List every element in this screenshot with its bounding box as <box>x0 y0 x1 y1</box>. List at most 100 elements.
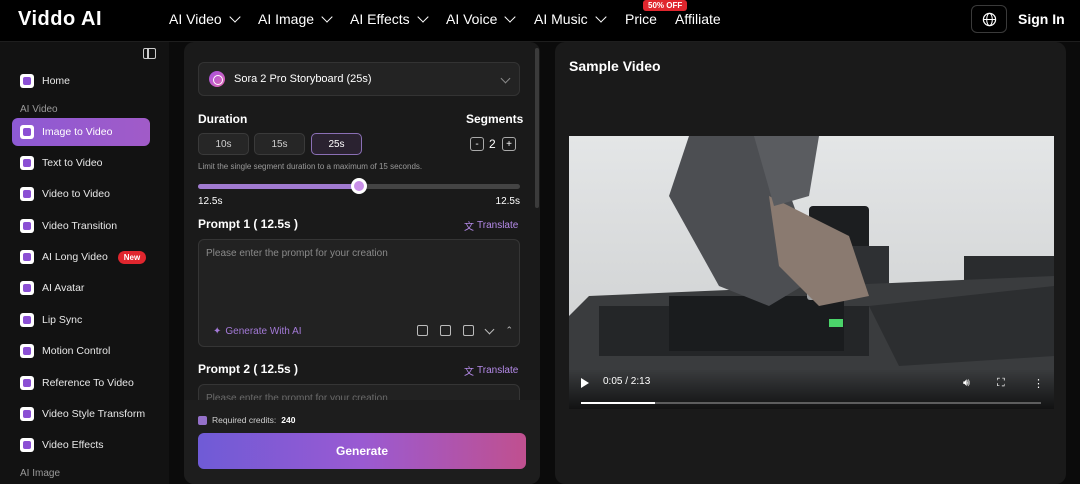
top-nav: Viddo AI AI Video AI Image AI Effects AI… <box>0 0 1080 42</box>
translate-label: Translate <box>477 220 519 231</box>
sidebar-item-label: Video Transition <box>42 220 118 232</box>
segments-label: Segments <box>466 112 524 126</box>
sidebar-item-video-transition[interactable]: Video Transition <box>12 212 150 240</box>
play-icon[interactable] <box>581 378 589 388</box>
sidebar-item-label: Lip Sync <box>42 314 83 326</box>
resize-handle-icon[interactable]: ⌃ <box>505 325 513 336</box>
duration-10s-button[interactable]: 10s <box>198 133 249 155</box>
nav-ai-voice[interactable]: AI Voice <box>446 11 517 27</box>
sidebar-group-ai-video: AI Video <box>20 104 58 115</box>
chevron-down-icon <box>417 11 429 23</box>
prompt-tools: ⌃ <box>417 324 513 336</box>
nav-label: AI Video <box>169 11 222 27</box>
translate-button-1[interactable]: 文 Translate <box>464 218 518 233</box>
slider-handle[interactable] <box>351 178 367 194</box>
prompt-1-input[interactable]: Please enter the prompt for your creatio… <box>198 239 520 347</box>
openai-icon <box>209 71 225 87</box>
sidebar-item-label: Video to Video <box>42 188 110 200</box>
sidebar: Home AI Video Image to Video Text to Vid… <box>0 42 169 484</box>
sidebar-item-video-to-video[interactable]: Video to Video <box>12 180 150 208</box>
translate-button-2[interactable]: 文 Translate <box>464 363 518 378</box>
segments-increment-button[interactable]: + <box>502 137 516 151</box>
nav-label: AI Effects <box>350 11 410 27</box>
chevron-down-icon <box>595 11 607 23</box>
discount-badge: 50% OFF <box>643 0 688 11</box>
prompt-placeholder: Please enter the prompt for your creatio… <box>206 248 388 259</box>
copy-icon[interactable] <box>417 325 429 336</box>
sidebar-item-ai-long-video[interactable]: AI Long Video New <box>12 243 150 271</box>
sidebar-item-ai-avatar[interactable]: AI Avatar <box>12 274 150 302</box>
trash-icon[interactable] <box>440 325 452 336</box>
sidebar-item-home[interactable]: Home <box>12 67 150 95</box>
avatar-icon <box>20 281 34 295</box>
logo[interactable]: Viddo AI <box>18 8 102 31</box>
sidebar-item-lip-sync[interactable]: Lip Sync <box>12 306 150 334</box>
sample-video-title: Sample Video <box>569 58 661 74</box>
generation-form: Sora 2 Pro Storyboard (25s) Duration Seg… <box>184 42 540 484</box>
new-badge: New <box>117 250 147 264</box>
image-to-video-icon <box>20 125 34 139</box>
sidebar-item-label: Motion Control <box>42 345 111 357</box>
generate-footer: Required credits: 240 Generate <box>184 400 540 484</box>
sign-in-button[interactable]: Sign In <box>1018 11 1065 27</box>
sidebar-item-label: Home <box>42 75 71 87</box>
sidebar-item-label: Video Effects <box>42 439 104 451</box>
credits-icon <box>198 415 207 425</box>
credits-label: Required credits: <box>212 415 277 425</box>
style-transform-icon <box>20 407 34 421</box>
translate-label: Translate <box>477 365 519 376</box>
long-video-icon <box>20 250 34 264</box>
prompt-2-label: Prompt 2 ( 12.5s ) <box>198 362 299 376</box>
language-button[interactable] <box>971 5 1007 33</box>
prompt-1-label: Prompt 1 ( 12.5s ) <box>198 217 299 231</box>
segment-split-slider[interactable] <box>198 178 520 194</box>
globe-icon <box>982 12 996 26</box>
sidebar-item-image-to-video[interactable]: Image to Video <box>12 118 150 146</box>
video-progress-bar[interactable] <box>581 402 1041 404</box>
nav-ai-video[interactable]: AI Video <box>169 11 241 27</box>
volume-icon[interactable]: 🔊︎ <box>963 377 970 390</box>
sidebar-collapse-icon[interactable] <box>143 48 156 59</box>
fullscreen-icon[interactable]: ⛶ <box>997 377 1005 390</box>
video-to-video-icon <box>20 187 34 201</box>
segments-decrement-button[interactable]: - <box>470 137 484 151</box>
chevron-down-icon <box>229 11 241 23</box>
generate-with-ai-button[interactable]: ✦ Generate With AI <box>213 326 302 337</box>
segments-value: 2 <box>489 137 496 151</box>
nav-ai-image[interactable]: AI Image <box>258 11 333 27</box>
slider-fill <box>198 184 359 189</box>
video-time: 0:05 / 2:13 <box>603 376 651 387</box>
sidebar-item-video-effects[interactable]: Video Effects <box>12 431 150 459</box>
sidebar-item-label: Image to Video <box>42 126 113 138</box>
nav-label: Price <box>625 11 657 27</box>
duration-15s-button[interactable]: 15s <box>254 133 305 155</box>
nav-ai-effects[interactable]: AI Effects <box>350 11 429 27</box>
generate-button[interactable]: Generate <box>198 433 526 469</box>
chevron-down-icon <box>504 11 517 23</box>
nav-affiliate[interactable]: Affiliate <box>675 11 721 27</box>
nav-label: AI Voice <box>446 11 498 27</box>
chevron-down-icon <box>500 73 511 84</box>
sidebar-item-video-style-transform[interactable]: Video Style Transform <box>12 400 150 428</box>
model-name: Sora 2 Pro Storyboard (25s) <box>234 73 372 85</box>
duration-25s-button[interactable]: 25s <box>311 133 362 155</box>
duration-label: Duration <box>198 112 248 126</box>
sidebar-item-label: AI Long Video <box>42 251 108 263</box>
sidebar-item-text-to-video[interactable]: Text to Video <box>12 149 150 177</box>
nav-ai-music[interactable]: AI Music <box>534 11 607 27</box>
sample-video-player[interactable]: 0:05 / 2:13 🔊︎ ⛶ ⋮ <box>569 136 1054 409</box>
chevron-down-icon <box>321 11 333 23</box>
more-options-icon[interactable]: ⋮ <box>1033 377 1044 390</box>
translate-icon: 文 <box>464 367 474 378</box>
sidebar-item-label: AI Avatar <box>42 282 85 294</box>
sidebar-item-motion-control[interactable]: Motion Control <box>12 337 150 365</box>
form-scrollbar[interactable] <box>535 48 539 208</box>
chevron-down-icon[interactable] <box>485 324 495 334</box>
duplicate-icon[interactable] <box>463 325 475 336</box>
model-select[interactable]: Sora 2 Pro Storyboard (25s) <box>198 62 520 96</box>
video-controls: 0:05 / 2:13 🔊︎ ⛶ ⋮ <box>569 369 1054 409</box>
sidebar-item-reference-to-video[interactable]: Reference To Video <box>12 369 150 397</box>
sidebar-group-ai-image: AI Image <box>20 468 61 479</box>
text-to-video-icon <box>20 156 34 170</box>
nav-price[interactable]: Price <box>625 11 657 27</box>
